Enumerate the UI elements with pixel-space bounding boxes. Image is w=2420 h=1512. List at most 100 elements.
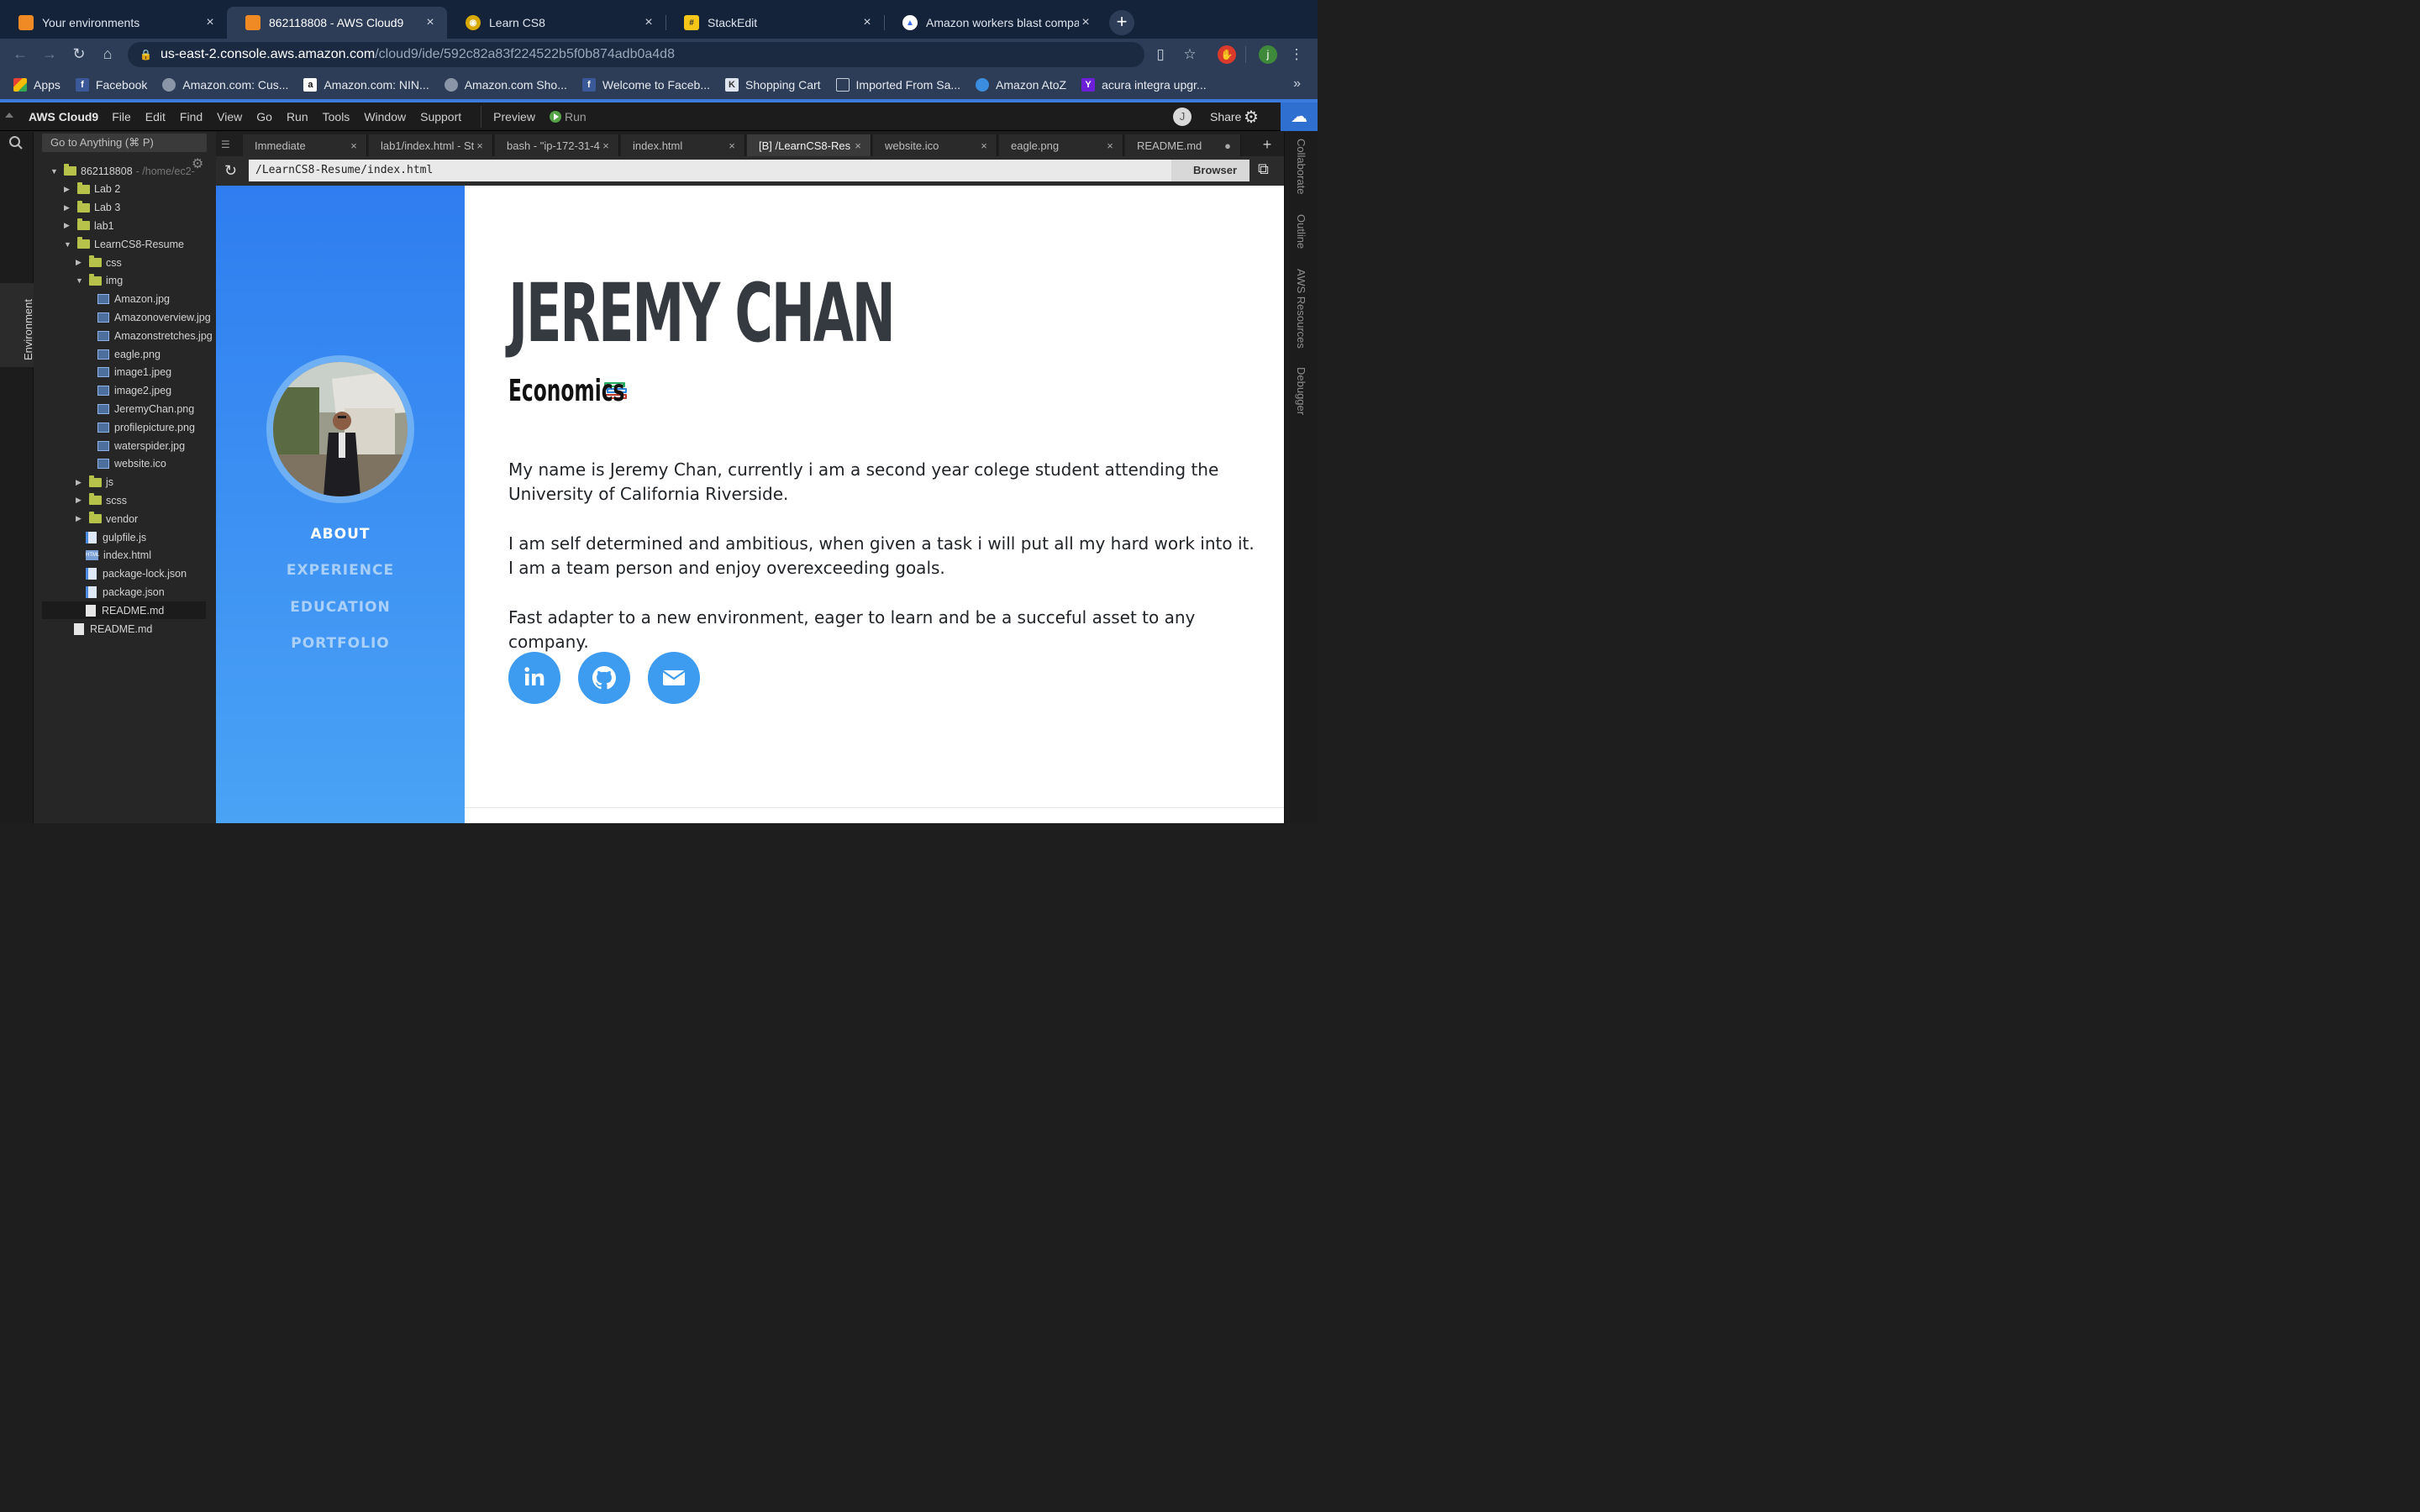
- profile-avatar[interactable]: j: [1259, 45, 1277, 64]
- caret-right-icon[interactable]: ▶: [64, 221, 72, 230]
- tree-folder[interactable]: ▼ LearnCS8-Resume: [64, 235, 184, 253]
- caret-right-icon[interactable]: ▶: [76, 478, 84, 487]
- caret-right-icon[interactable]: ▶: [64, 203, 72, 213]
- bookmark-star-icon[interactable]: ☆: [1181, 45, 1199, 64]
- bookmark-item[interactable]: K Shopping Cart: [725, 78, 821, 92]
- preview-mode-dropdown[interactable]: Browser ▼: [1171, 160, 1249, 197]
- debugger-tab[interactable]: Debugger: [1295, 367, 1307, 415]
- caret-right-icon[interactable]: ▶: [76, 258, 84, 267]
- tree-folder[interactable]: ▶ Lab 3: [64, 199, 120, 217]
- collaborate-tab[interactable]: Collaborate: [1295, 139, 1307, 195]
- menu-run[interactable]: Run: [287, 110, 308, 123]
- editor-tab[interactable]: eagle.png ×: [999, 134, 1123, 156]
- caret-down-icon[interactable]: ▼: [76, 276, 84, 285]
- close-tab-icon[interactable]: ×: [424, 15, 437, 30]
- bookmark-item[interactable]: Amazon.com: Cus...: [162, 78, 288, 92]
- editor-tab[interactable]: Immediate ×: [243, 134, 367, 156]
- tree-folder[interactable]: ▶ css: [76, 254, 122, 271]
- resume-nav-experience[interactable]: EXPERIENCE: [216, 562, 465, 579]
- gear-icon[interactable]: ⚙: [1244, 107, 1259, 128]
- editor-tab-active[interactable]: [B] /LearnCS8-Res ×: [747, 134, 871, 156]
- environment-tab[interactable]: Environment: [0, 283, 34, 367]
- clipboard-icon[interactable]: ▯: [1151, 45, 1170, 64]
- menu-file[interactable]: File: [112, 110, 131, 123]
- popout-window-icon[interactable]: ⧉: [1258, 160, 1269, 178]
- menu-edit[interactable]: Edit: [145, 110, 166, 123]
- bookmark-item[interactable]: a Amazon.com: NIN...: [303, 78, 429, 92]
- close-tab-icon[interactable]: ×: [1104, 139, 1116, 152]
- tree-file[interactable]: Amazon.jpg: [97, 291, 170, 308]
- email-button[interactable]: [648, 652, 700, 704]
- aws-resources-tab[interactable]: AWS Resources: [1295, 269, 1307, 349]
- tree-folder[interactable]: ▼ 862118808- /home/ec2-: [50, 162, 195, 180]
- close-tab-icon[interactable]: ×: [978, 139, 990, 152]
- browser-tab[interactable]: ▲ Amazon workers blast compan ×: [884, 7, 1102, 39]
- editor-tab[interactable]: lab1/index.html - St ×: [369, 134, 493, 156]
- close-tab-icon[interactable]: ×: [860, 15, 874, 30]
- bookmark-item[interactable]: f Facebook: [75, 78, 147, 92]
- tree-file[interactable]: gulpfile.js: [86, 528, 146, 546]
- reload-icon[interactable]: ↻: [69, 44, 89, 64]
- tree-file[interactable]: Amazonstretches.jpg: [97, 327, 213, 344]
- tree-file[interactable]: waterspider.jpg: [97, 437, 185, 454]
- close-tab-icon[interactable]: ×: [726, 139, 738, 152]
- bookmark-item[interactable]: Y acura integra upgr...: [1081, 78, 1207, 92]
- bookmark-item[interactable]: f Welcome to Faceb...: [581, 78, 710, 92]
- share-button[interactable]: Share: [1210, 110, 1241, 123]
- editor-tab[interactable]: index.html ×: [621, 134, 745, 156]
- menu-window[interactable]: Window: [364, 110, 406, 123]
- preview-url-input[interactable]: /LearnCS8-Resume/index.html: [249, 160, 1171, 181]
- browser-tab-active[interactable]: 862118808 - AWS Cloud9 ×: [227, 7, 447, 39]
- close-tab-icon[interactable]: ×: [348, 139, 360, 152]
- browser-tab[interactable]: Your environments ×: [0, 7, 227, 39]
- caret-right-icon[interactable]: ▶: [64, 185, 72, 194]
- forward-arrow-icon[interactable]: →: [39, 44, 60, 64]
- unsaved-dot-icon[interactable]: ●: [1222, 139, 1234, 152]
- close-tab-icon[interactable]: ×: [600, 139, 612, 152]
- tree-file[interactable]: package.json: [86, 583, 165, 601]
- tab-list-menu-icon[interactable]: ☰: [221, 139, 230, 150]
- close-tab-icon[interactable]: ×: [852, 139, 864, 152]
- outline-tab[interactable]: Outline: [1295, 214, 1307, 249]
- extension-stop-icon[interactable]: ✋: [1218, 45, 1236, 64]
- tree-file[interactable]: README.md: [42, 601, 206, 620]
- search-icon[interactable]: [8, 135, 24, 155]
- new-editor-tab-button[interactable]: +: [1255, 135, 1279, 154]
- home-icon[interactable]: ⌂: [97, 44, 118, 64]
- caret-right-icon[interactable]: ▶: [76, 496, 84, 505]
- editor-tab[interactable]: website.ico ×: [873, 134, 997, 156]
- tree-file[interactable]: Amazonoverview.jpg: [97, 308, 211, 326]
- menu-find[interactable]: Find: [180, 110, 203, 123]
- bookmark-folder[interactable]: Imported From Sa...: [835, 78, 960, 92]
- tree-folder[interactable]: ▶ lab1: [64, 217, 114, 234]
- tree-file[interactable]: image1.jpeg: [97, 364, 171, 381]
- run-button[interactable]: Run: [549, 110, 587, 123]
- close-tab-icon[interactable]: ×: [1079, 15, 1092, 30]
- editor-tab[interactable]: bash - "ip-172-31-4 ×: [495, 134, 619, 156]
- editor-tab[interactable]: README.md ●: [1125, 134, 1241, 156]
- tree-folder[interactable]: ▶ scss: [76, 491, 127, 509]
- close-tab-icon[interactable]: ×: [642, 15, 655, 30]
- linkedin-button[interactable]: [508, 652, 560, 704]
- tree-folder[interactable]: ▶ vendor: [76, 510, 138, 528]
- user-avatar[interactable]: J: [1173, 108, 1192, 126]
- cloud9-cloud-icon[interactable]: ☁: [1281, 102, 1318, 131]
- tree-folder[interactable]: ▶ Lab 2: [64, 181, 120, 198]
- resume-nav-about[interactable]: ABOUT: [216, 526, 465, 543]
- menu-support[interactable]: Support: [420, 110, 461, 123]
- back-arrow-icon[interactable]: ←: [10, 44, 30, 64]
- close-tab-icon[interactable]: ×: [474, 139, 486, 152]
- resume-nav-education[interactable]: EDUCATION: [216, 599, 465, 616]
- ide-logo[interactable]: AWS Cloud9: [29, 110, 98, 123]
- preview-button[interactable]: Preview: [493, 110, 535, 123]
- bookmark-apps[interactable]: Apps: [13, 78, 60, 92]
- go-to-anything-input[interactable]: Go to Anything (⌘ P): [42, 134, 207, 152]
- collapse-up-icon[interactable]: [5, 113, 13, 118]
- bookmark-item[interactable]: Amazon.com Sho...: [444, 78, 567, 92]
- tree-file[interactable]: README.md: [74, 620, 152, 638]
- browser-tab[interactable]: # StackEdit ×: [666, 7, 884, 39]
- browser-tab[interactable]: ◉ Learn CS8 ×: [447, 7, 666, 39]
- new-tab-button[interactable]: +: [1109, 10, 1134, 35]
- tree-file[interactable]: eagle.png: [97, 345, 160, 363]
- caret-right-icon[interactable]: ▶: [76, 514, 84, 523]
